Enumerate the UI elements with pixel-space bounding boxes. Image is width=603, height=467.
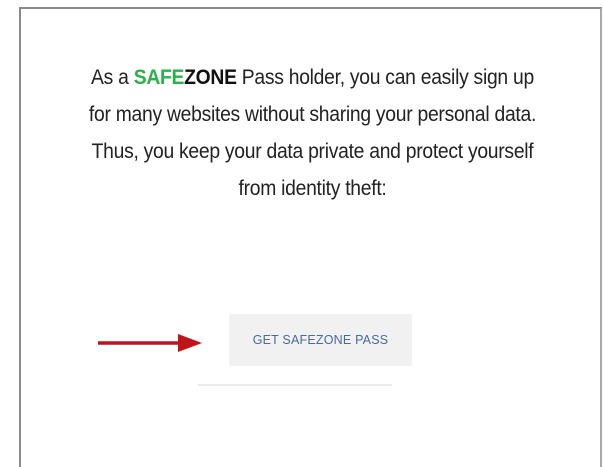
brand-safe-text: SAFE	[133, 66, 185, 89]
safezone-description: As a SAFEZONE Pass holder, you can easil…	[44, 59, 580, 207]
line1-prefix: As a	[91, 66, 134, 89]
content-panel: As a SAFEZONE Pass holder, you can easil…	[19, 7, 602, 467]
line1-suffix: Pass holder, you can easily sign up	[236, 66, 534, 89]
description-line-4: from identity theft:	[238, 177, 387, 200]
description-line-2: for many websites without sharing your p…	[88, 103, 537, 126]
description-line-3: Thus, you keep your data private and pro…	[91, 140, 534, 163]
description-line-1: As a SAFEZONE Pass holder, you can easil…	[44, 59, 580, 96]
divider	[198, 384, 392, 386]
brand-zone-text: ZONE	[184, 66, 237, 89]
arrow-right-icon	[98, 334, 202, 352]
get-safezone-pass-button[interactable]: GET SAFEZONE PASS	[229, 314, 412, 366]
